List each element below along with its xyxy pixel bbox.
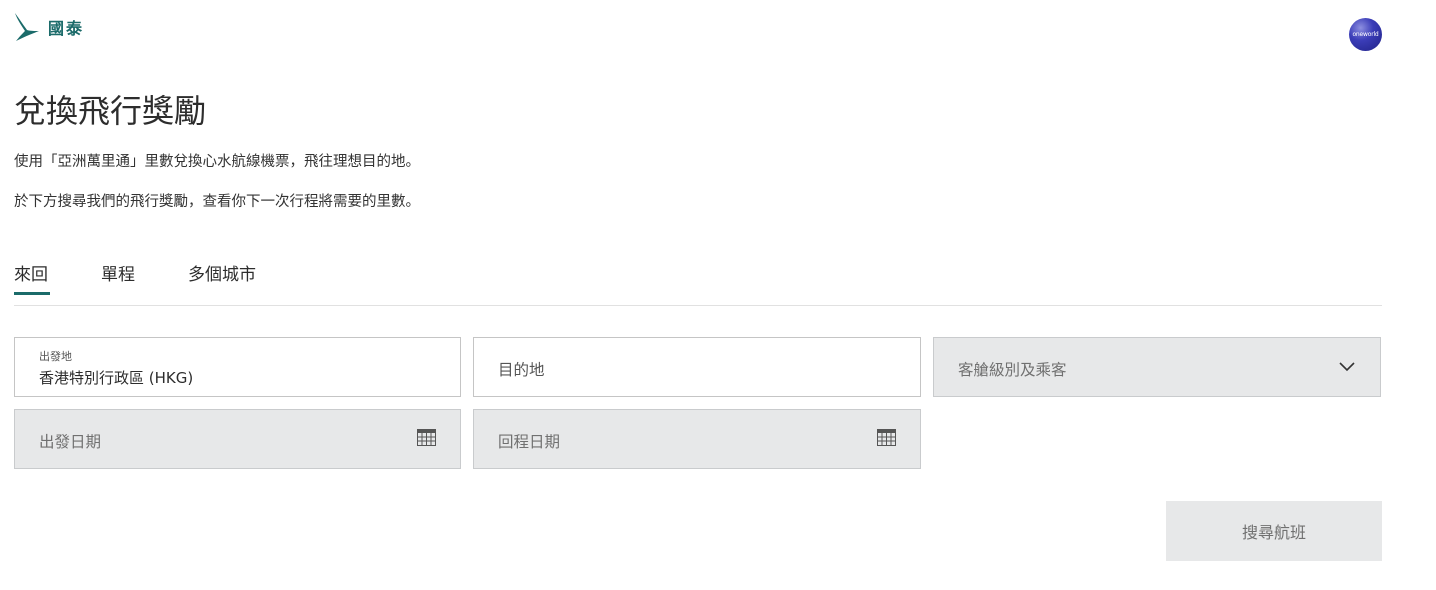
tab-multi-city[interactable]: 多個城市 <box>188 260 256 285</box>
page-description-2: 於下方搜尋我們的飛行獎勵，查看你下一次行程將需要的里數。 <box>14 194 420 210</box>
departure-date-field[interactable]: 出發日期 <box>14 409 461 469</box>
page-description-1: 使用「亞洲萬里通」里數兌換心水航線機票，飛往理想目的地。 <box>14 154 420 170</box>
cabin-passenger-dropdown[interactable]: 客艙級別及乘客 <box>933 337 1381 397</box>
calendar-icon <box>417 429 436 446</box>
tab-one-way[interactable]: 單程 <box>101 260 135 285</box>
oneworld-text: oneworld <box>1352 31 1379 38</box>
destination-placeholder: 目的地 <box>498 361 545 379</box>
brand-logo[interactable]: 國泰 <box>14 12 84 42</box>
origin-value: 香港特別行政區 (HKG) <box>39 369 194 387</box>
origin-field[interactable]: 出發地 香港特別行政區 (HKG) <box>14 337 461 397</box>
chevron-down-icon <box>1339 362 1355 372</box>
brushwing-logo-icon <box>14 12 40 42</box>
return-date-placeholder: 回程日期 <box>498 433 561 451</box>
tab-roundtrip[interactable]: 來回 <box>14 260 50 295</box>
calendar-icon <box>877 429 896 446</box>
page-title: 兌換飛行獎勵 <box>14 92 207 130</box>
brand-name: 國泰 <box>48 19 85 38</box>
origin-label: 出發地 <box>39 350 72 363</box>
cabin-placeholder: 客艙級別及乘客 <box>958 361 1067 379</box>
departure-date-placeholder: 出發日期 <box>39 433 102 451</box>
trip-type-tabs: 來回 單程 多個城市 <box>14 250 1382 306</box>
oneworld-badge: oneworld <box>1349 18 1382 51</box>
page: 國泰 oneworld 兌換飛行獎勵 使用「亞洲萬里通」里數兌換心水航線機票，飛… <box>0 0 1436 590</box>
return-date-field[interactable]: 回程日期 <box>473 409 921 469</box>
destination-field[interactable]: 目的地 <box>473 337 921 397</box>
search-flights-button[interactable]: 搜尋航班 <box>1166 501 1382 561</box>
